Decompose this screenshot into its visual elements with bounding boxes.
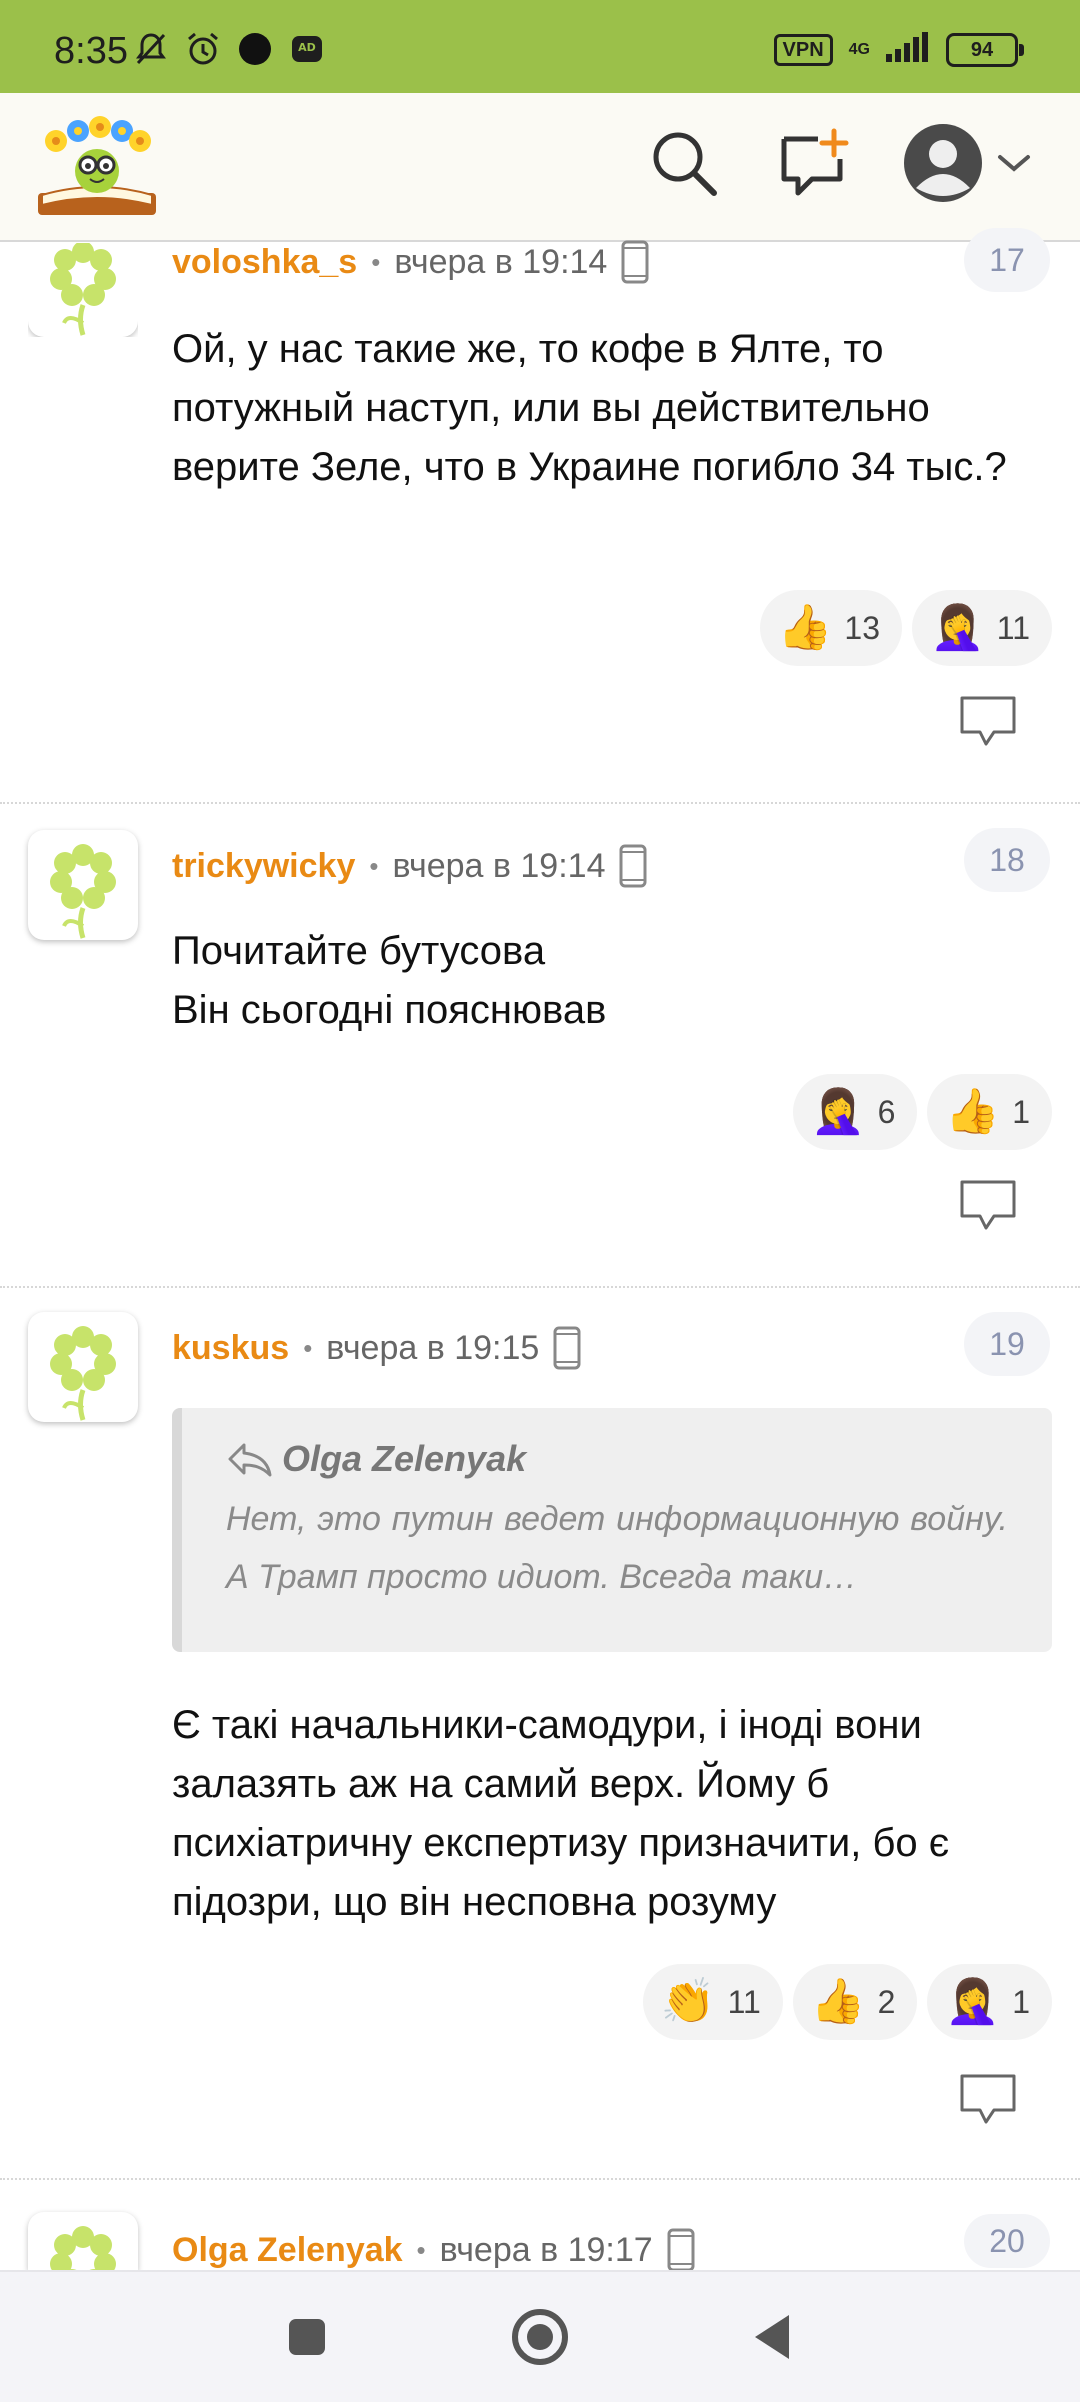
- reaction-count: 1: [1012, 1093, 1030, 1130]
- quote-author: Olga Zelenyak: [282, 1438, 527, 1479]
- avatar[interactable]: [28, 243, 138, 337]
- comment-text-line: Почитайте бутусова: [172, 929, 546, 973]
- system-nav-bar: [0, 2270, 1080, 2402]
- reactions-bar: 🤦‍♀️ 6 👍 1: [792, 1074, 1052, 1150]
- comment-text: Ой, у нас такие же, то кофе в Ялте, то п…: [172, 327, 1007, 489]
- mobile-device-icon: [553, 1326, 581, 1370]
- user-menu-button[interactable]: [898, 123, 1038, 203]
- reply-icon[interactable]: [958, 1178, 1018, 1234]
- comment-author[interactable]: trickywicky: [172, 847, 355, 886]
- comment-author[interactable]: Olga Zelenyak: [172, 2231, 403, 2270]
- reaction-count: 6: [877, 1093, 896, 1130]
- mobile-device-icon: [621, 240, 649, 284]
- comment-number[interactable]: 20: [964, 2214, 1050, 2268]
- comment-author[interactable]: voloshka_s: [172, 243, 357, 282]
- comment-time[interactable]: вчера в 19:17: [440, 2231, 653, 2270]
- reaction-thumbs-up[interactable]: 👍 1: [927, 1074, 1052, 1150]
- svg-text:AD: AD: [298, 41, 316, 54]
- ad-blocker-icon: AD: [288, 30, 326, 68]
- signal-icon: [886, 32, 930, 67]
- reaction-count: 2: [877, 1983, 896, 2020]
- mobile-device-icon: [667, 2228, 695, 2272]
- reaction-clap[interactable]: 👏 11: [642, 1964, 783, 2040]
- comment-time[interactable]: вчера в 19:14: [394, 243, 607, 282]
- reply-icon[interactable]: [958, 694, 1018, 750]
- reaction-count: 13: [844, 609, 880, 646]
- comment-text: Є такі начальники-самодури, і іноді вони…: [172, 1703, 950, 1924]
- reaction-count: 1: [1012, 1983, 1030, 2020]
- alarm-icon: [184, 30, 222, 68]
- daisy-avatar-icon: [50, 1326, 116, 1421]
- separator-dot: •: [369, 850, 379, 881]
- user-avatar-icon: [904, 124, 982, 202]
- thumbs-up-icon: 👍: [945, 1087, 1001, 1136]
- recents-button[interactable]: [272, 2302, 342, 2372]
- comment-time[interactable]: вчера в 19:14: [392, 847, 605, 886]
- triangle-back-icon: [755, 2315, 789, 2359]
- muted-bell-icon: [132, 30, 170, 68]
- daisy-avatar-icon: [50, 2226, 116, 2270]
- facepalm-icon: 🤦‍♀️: [810, 1087, 866, 1136]
- comment-number[interactable]: 18: [964, 828, 1050, 892]
- daisy-avatar-icon: [50, 844, 116, 939]
- home-button[interactable]: [505, 2302, 575, 2372]
- status-bar: 8:35 AD VPN 4G 94: [0, 0, 1080, 93]
- reactions-bar: 👏 11 👍 2 🤦‍♀️ 1: [642, 1964, 1052, 2040]
- reaction-count: 11: [727, 1983, 761, 2020]
- square-recents-icon: [289, 2319, 325, 2355]
- battery-indicator: 94: [946, 32, 1024, 67]
- reactions-bar: 👍 13 🤦‍♀️ 11: [759, 590, 1052, 666]
- daisy-avatar-icon: [50, 243, 116, 336]
- status-time: 8:35: [54, 30, 128, 72]
- network-type: 4G: [848, 40, 870, 58]
- circle-home-icon: [512, 2309, 568, 2365]
- reaction-facepalm[interactable]: 🤦‍♀️ 6: [792, 1074, 918, 1150]
- comment-author[interactable]: kuskus: [172, 1329, 289, 1368]
- reply-arrow-icon: [228, 1443, 272, 1477]
- chevron-down-icon: [998, 155, 1030, 172]
- comment-text-line: Він сьогодні пояснював: [172, 988, 607, 1032]
- divider: [0, 1286, 1080, 1288]
- facepalm-icon: 🤦‍♀️: [929, 603, 985, 652]
- comment-number[interactable]: 17: [964, 228, 1050, 292]
- mobile-device-icon: [619, 844, 647, 888]
- avatar[interactable]: [28, 2212, 138, 2270]
- separator-dot: •: [371, 246, 381, 277]
- divider: [0, 802, 1080, 804]
- search-icon: [653, 132, 717, 196]
- thumbs-up-icon: 👍: [777, 603, 833, 652]
- search-button[interactable]: [644, 123, 724, 203]
- record-dot-icon: [236, 30, 274, 68]
- reaction-facepalm[interactable]: 🤦‍♀️ 1: [927, 1964, 1052, 2040]
- quoted-comment[interactable]: Olga Zelenyak Нет, это путин ведет инфор…: [172, 1408, 1052, 1652]
- reply-icon[interactable]: [958, 2072, 1018, 2128]
- avatar[interactable]: [28, 1312, 138, 1422]
- comment-time[interactable]: вчера в 19:15: [326, 1329, 539, 1368]
- reaction-thumbs-up[interactable]: 👍 13: [759, 590, 902, 666]
- status-icons-right: VPN 4G 94: [773, 32, 1024, 67]
- comment-text: Почитайте бутусова Він сьогодні пояснюва…: [172, 922, 1052, 1040]
- divider: [0, 2178, 1080, 2180]
- facepalm-icon: 🤦‍♀️: [945, 1977, 1001, 2026]
- thumbs-up-icon: 👍: [810, 1977, 866, 2026]
- comment-number[interactable]: 19: [964, 1312, 1050, 1376]
- vpn-indicator: VPN: [773, 33, 833, 66]
- site-logo[interactable]: [34, 109, 160, 219]
- reaction-facepalm[interactable]: 🤦‍♀️ 11: [911, 590, 1052, 666]
- new-comment-button[interactable]: [774, 123, 854, 203]
- add-comment-icon: [781, 128, 849, 196]
- separator-dot: •: [303, 1332, 313, 1363]
- back-button[interactable]: [738, 2302, 808, 2372]
- reaction-thumbs-up[interactable]: 👍 2: [792, 1964, 918, 2040]
- status-icons-left: AD: [132, 30, 326, 68]
- quote-text: Нет, это путин ведет информационную войн…: [226, 1500, 1008, 1596]
- separator-dot: •: [416, 2234, 426, 2265]
- clapping-hands-icon: 👏: [660, 1977, 716, 2026]
- reaction-count: 11: [996, 609, 1030, 646]
- avatar[interactable]: [28, 830, 138, 940]
- app-header: [0, 93, 1080, 242]
